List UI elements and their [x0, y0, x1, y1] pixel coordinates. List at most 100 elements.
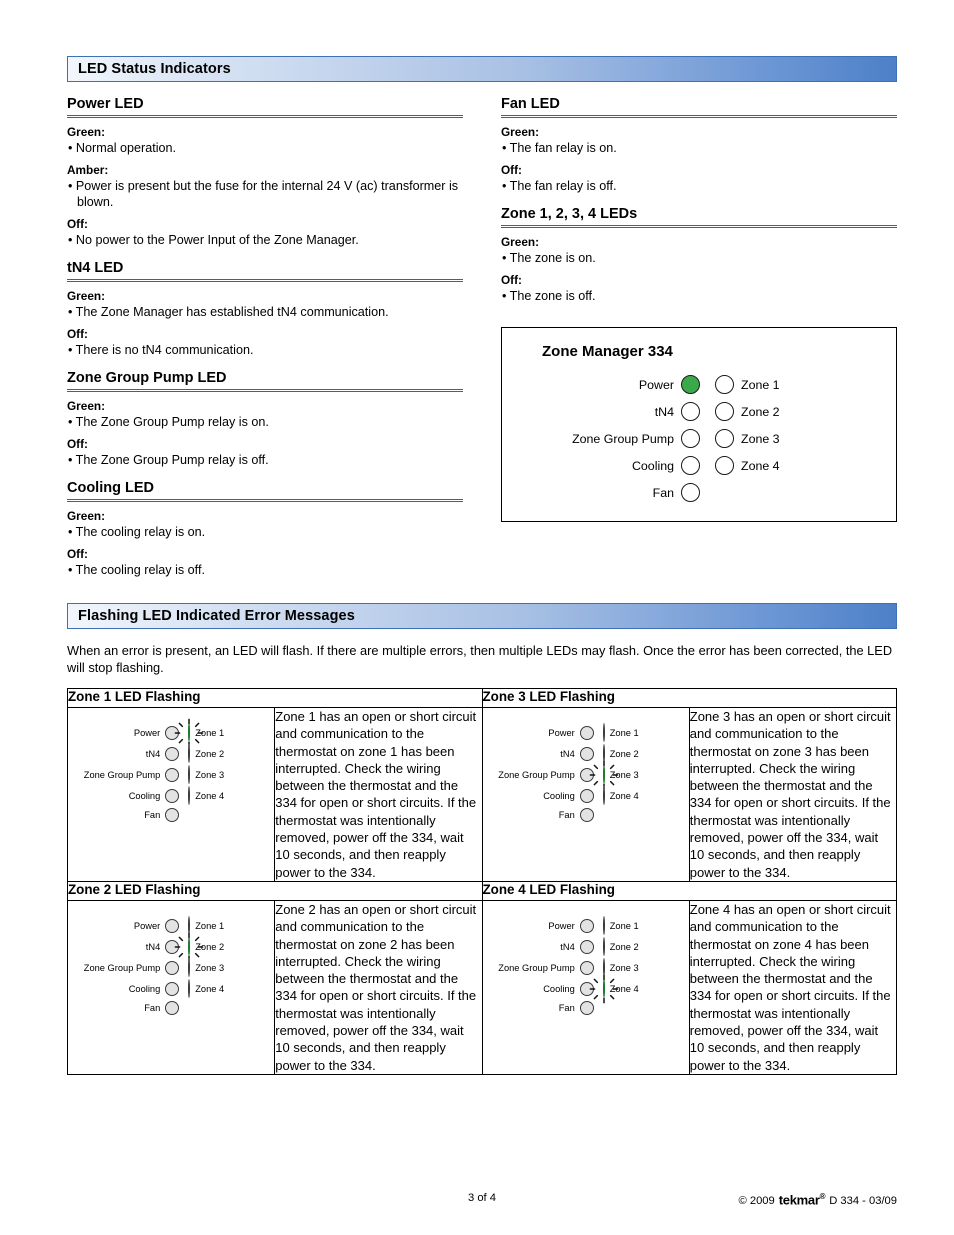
led-indicator-fan: [165, 1000, 180, 1015]
led-indicator-zone-4: [188, 786, 191, 805]
state-description: • Normal operation.: [68, 141, 177, 155]
state-description: • The Zone Group Pump relay is off.: [68, 453, 269, 467]
column-gutter: [463, 95, 501, 578]
led-indicator-zone-1: [715, 375, 734, 394]
table-row-headers-top: Zone 1 LED Flashing Zone 3 LED Flashing: [67, 688, 897, 708]
panel-led-label: Fan: [652, 485, 674, 500]
page-footer: 3 of 4 © 2009 tekmar® D 334 - 03/09: [67, 1192, 897, 1207]
panel-led-label: Zone Group Pump: [572, 431, 674, 446]
description-zone4: Zone 4 has an open or short circuit and …: [688, 899, 898, 1075]
led-indicator-zone-group-pump: [681, 429, 700, 448]
table-row-headers-bottom: Zone 2 LED Flashing Zone 4 LED Flashing: [67, 880, 897, 901]
description-zone3: Zone 3 has an open or short circuit and …: [688, 707, 898, 882]
mini-led-wrapper: [602, 723, 605, 742]
mini-led-row: Power Zone 1: [61, 718, 262, 748]
state-description: • The Zone Manager has established tN4 c…: [68, 305, 389, 319]
mini-led-row: Power Zone 1: [61, 915, 262, 935]
state-label: Amber:: [67, 163, 109, 177]
led-indicator-zone-2: [188, 744, 191, 763]
state-label: Off:: [67, 437, 88, 451]
led-indicator-zone-group-pump: [579, 768, 594, 782]
section-banner-flashing-errors-label: Flashing LED Indicated Error Messages: [78, 608, 355, 624]
led-indicator-zone-2: [188, 936, 191, 956]
description-zone2: Zone 2 has an open or short circuit and …: [274, 899, 483, 1075]
led-indicator-cooling: [681, 456, 700, 475]
led-indicator-zone-3: [188, 957, 191, 977]
mini-led-row: Zone Group Pump Zone 3: [476, 957, 677, 977]
mini-led-wrapper: [174, 932, 204, 962]
led-indicator-cooling: [165, 789, 180, 803]
panel-led-label: Cooling: [631, 458, 674, 473]
mini-led-label: Zone 4: [609, 791, 639, 801]
mini-led-label: Zone 4: [195, 791, 225, 801]
mini-led-label: Power: [548, 728, 575, 738]
mini-led-wrapper: [188, 765, 191, 784]
led-indicator-tn4: [681, 402, 700, 421]
state-description: • The zone is off.: [502, 289, 596, 303]
led-indicator-cooling: [165, 981, 180, 996]
state-label: Green:: [67, 125, 106, 139]
mini-led-wrapper: [602, 786, 605, 805]
mini-led-row: Zone Group Pump Zone 3: [61, 765, 262, 784]
led-indicator-zone-3: [602, 765, 605, 784]
mini-led-label: Cooling: [128, 983, 161, 994]
mini-led-label: Fan: [144, 810, 161, 820]
mini-led-wrapper: [602, 744, 605, 763]
mini-led-label: Zone 3: [195, 770, 225, 780]
table-row: Power Zone 1 tN4 Zone 2 Zone Group Pump Zone …: [66, 899, 898, 1075]
mini-led-diagram: Power Zone 1 tN4 Zone 2 Zone Group Pump Zone …: [68, 901, 274, 1029]
led-indicator-zone-1: [602, 723, 605, 742]
mini-led-label: Power: [548, 920, 575, 931]
mini-led-label: Zone 2: [609, 749, 639, 759]
mini-led-label: Zone Group Pump: [498, 962, 575, 973]
status-column-left: Power LED Green: • Normal operation. Amb…: [67, 95, 463, 578]
mini-led-label: tN4: [560, 941, 575, 952]
panel-led-row: Zone Group Pump Zone 3: [564, 429, 834, 448]
led-indicator-power: [579, 726, 594, 740]
table-header-zone1: Zone 1 LED Flashing: [67, 688, 483, 708]
mini-led-label: Zone 2: [195, 941, 225, 952]
mini-led-wrapper: [188, 957, 191, 977]
mini-led-label: Cooling: [543, 791, 575, 801]
diagram-cell-zone3: Power Zone 1 tN4 Zone 2 Zone Group Pump Zone …: [481, 707, 690, 882]
zone-manager-panel: Zone Manager 334 Power Zone 1 tN4 Zone 2 Zon…: [501, 327, 897, 522]
mini-led-label: Zone 1: [609, 728, 639, 738]
section-banner-led-status-label: LED Status Indicators: [78, 61, 231, 77]
led-indicator-zone-2: [715, 402, 734, 421]
mini-led-row: Fan: [476, 1000, 677, 1015]
state-label: Green:: [67, 399, 106, 413]
heading-tn4-led: tN4 LED: [67, 259, 463, 282]
state-description: • Power is present but the fuse for the …: [68, 179, 459, 209]
panel-led-label: Zone 1: [741, 377, 780, 392]
panel-led-label: Power: [638, 377, 674, 392]
led-indicator-zone-2: [602, 936, 605, 956]
led-indicator-zone-3: [188, 765, 191, 784]
led-indicator-fan: [681, 483, 700, 502]
state-label: Off:: [67, 327, 88, 341]
mini-led-label: Fan: [558, 1002, 575, 1013]
mini-led-row: Cooling Zone 4: [476, 974, 677, 1004]
mini-led-label: Cooling: [128, 791, 161, 801]
mini-led-row: Zone Group Pump Zone 3: [61, 957, 262, 977]
status-columns: Power LED Green: • Normal operation. Amb…: [67, 95, 897, 578]
led-indicator-tn4: [579, 747, 594, 761]
panel-led-grid: Power Zone 1 tN4 Zone 2 Zone Group Pump Zone …: [502, 375, 896, 502]
mini-led-row: tN4 Zone 2: [476, 936, 677, 956]
mini-led-label: Power: [133, 728, 161, 738]
mini-led-label: Fan: [558, 810, 575, 820]
mini-led-label: Zone Group Pump: [83, 770, 161, 780]
state-label: Green:: [501, 125, 540, 139]
mini-led-row: Power Zone 1: [476, 915, 677, 935]
led-indicator-cooling: [579, 981, 594, 996]
mini-led-label: Zone 2: [195, 749, 225, 759]
led-indicator-zone-1: [602, 915, 605, 935]
status-column-right: Fan LED Green: • The fan relay is on. Of…: [501, 95, 897, 578]
mini-led-row: Zone Group Pump Zone 3: [476, 760, 677, 790]
mini-led-label: tN4: [145, 941, 161, 952]
led-indicator-tn4: [579, 939, 594, 954]
error-intro-text: When an error is present, an LED will fl…: [67, 643, 893, 675]
led-indicator-power: [579, 918, 594, 933]
state-description: • The cooling relay is on.: [68, 525, 206, 539]
led-indicator-zone-4: [602, 978, 605, 998]
led-indicator-zone-3: [602, 957, 605, 977]
